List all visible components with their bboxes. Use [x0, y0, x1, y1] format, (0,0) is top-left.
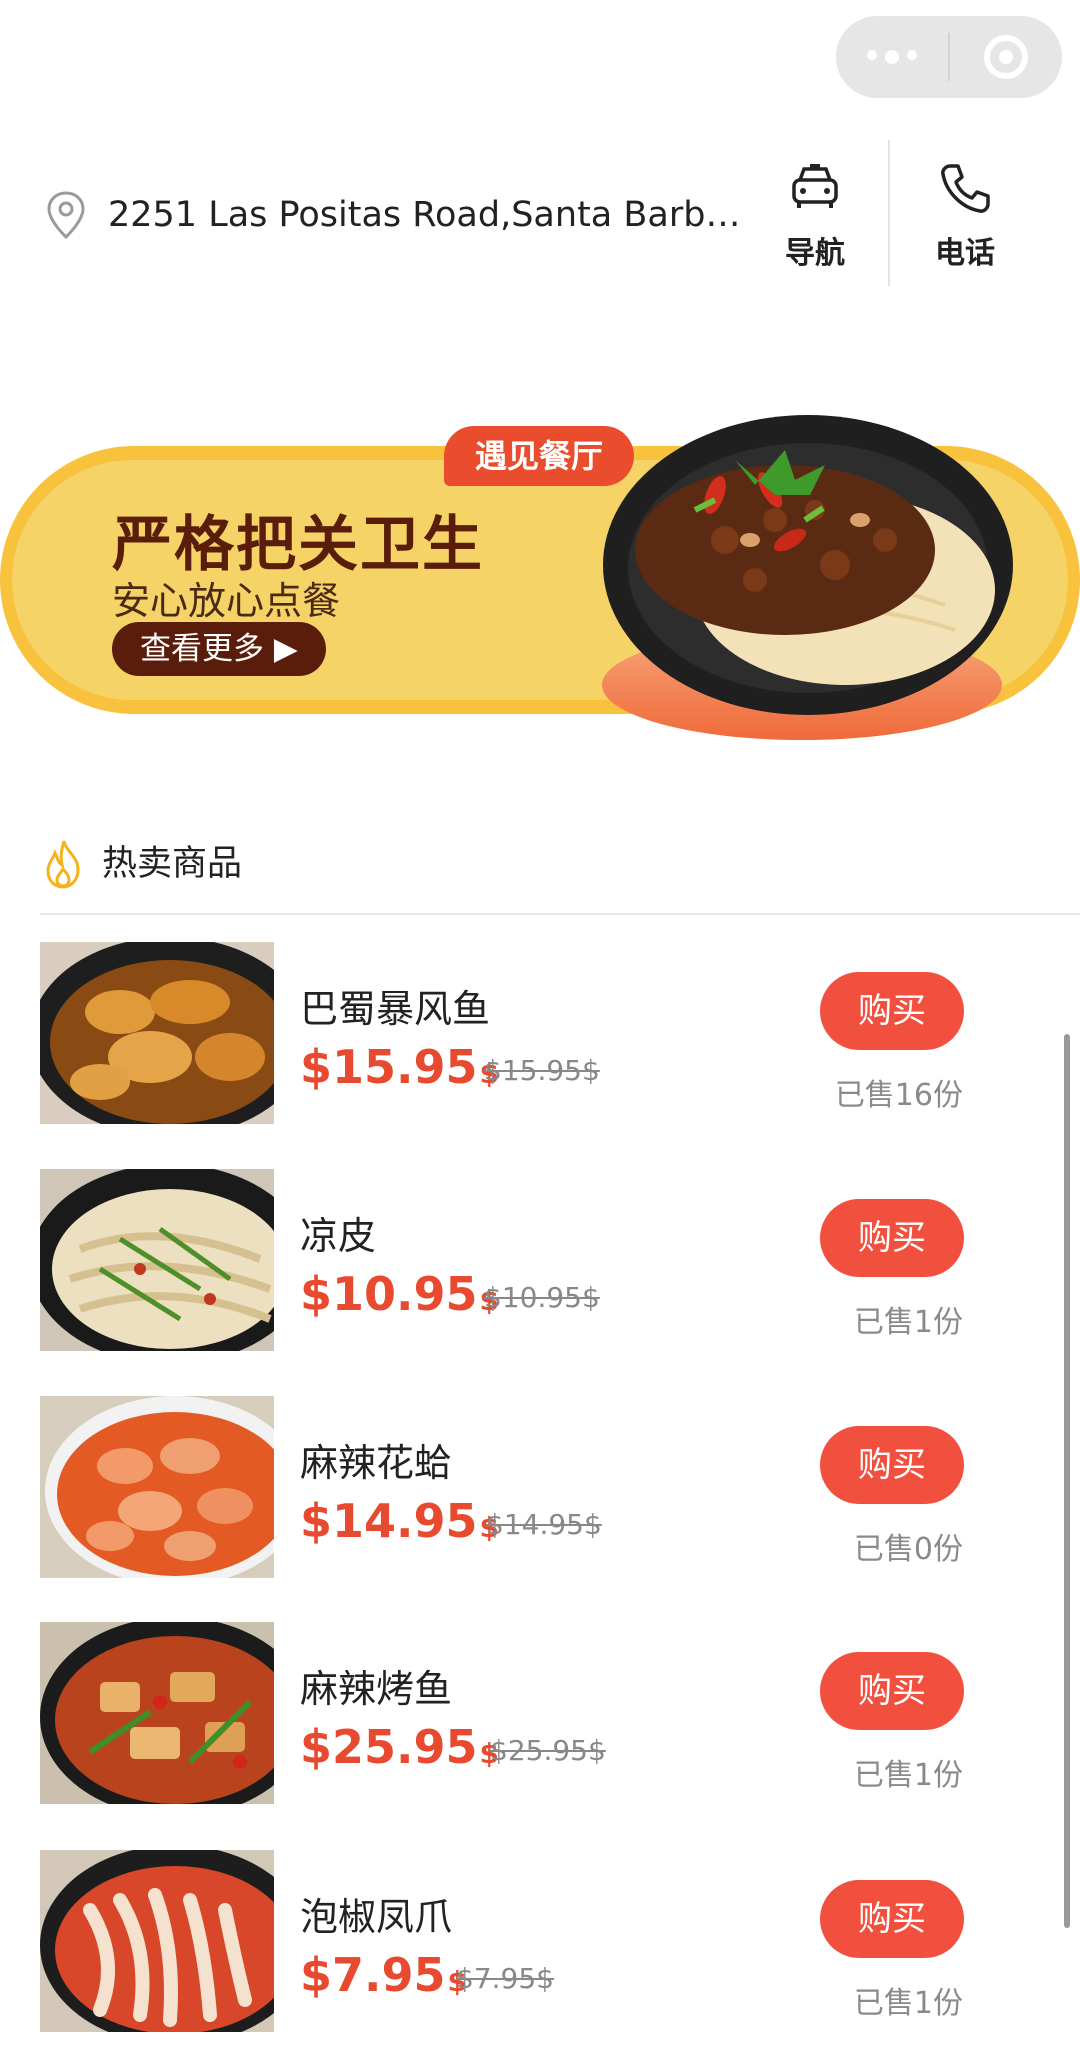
sold-count: 已售16份	[834, 1078, 963, 1113]
flame-icon	[46, 840, 80, 889]
product-image	[40, 1396, 274, 1578]
product-image	[40, 1850, 274, 2032]
sold-count: 已售0份	[853, 1532, 963, 1567]
product-price: $14.95$	[300, 1494, 499, 1548]
product-image	[40, 1169, 274, 1351]
section-divider	[40, 913, 1080, 915]
sold-count: 已售1份	[853, 1758, 963, 1793]
product-name[interactable]: 麻辣花蛤	[300, 1432, 452, 1487]
buy-button[interactable]: 购买	[820, 1199, 964, 1277]
buy-button[interactable]: 购买	[820, 972, 964, 1050]
view-more-button[interactable]: 查看更多 ▶	[112, 622, 326, 676]
list-item[interactable]: 麻辣花蛤 $14.95$ $14.95$ 购买 已售0份	[0, 1396, 1080, 1586]
target-close-icon[interactable]	[950, 35, 1062, 79]
product-name[interactable]: 凉皮	[300, 1205, 376, 1260]
buy-button[interactable]: 购买	[820, 1426, 964, 1504]
product-image	[40, 942, 274, 1124]
store-address[interactable]: 2251 Las Positas Road,Santa Barba...	[108, 190, 748, 240]
product-price: $10.95$	[300, 1267, 499, 1321]
location-pin-icon	[47, 191, 85, 240]
sold-count: 已售1份	[853, 1986, 963, 2021]
phone-icon	[941, 164, 990, 213]
sold-count: 已售1份	[853, 1305, 963, 1340]
list-item[interactable]: 巴蜀暴风鱼 $15.95$ $15.95$ 购买 已售16份	[0, 942, 1080, 1132]
list-item[interactable]: 泡椒凤爪 $7.95$ $7.95$ 购买 已售1份	[0, 1850, 1080, 2040]
product-image	[40, 1622, 274, 1804]
product-name[interactable]: 麻辣烤鱼	[300, 1658, 452, 1713]
navigate-label: 导航	[785, 236, 845, 271]
original-price: $15.95$	[484, 1054, 600, 1087]
more-dots-icon[interactable]	[836, 50, 948, 64]
navigate-button[interactable]: 导航	[750, 160, 880, 290]
product-name[interactable]: 巴蜀暴风鱼	[300, 978, 490, 1033]
section-title: 热卖商品	[102, 844, 243, 884]
action-divider	[888, 140, 890, 286]
buy-button[interactable]: 购买	[820, 1880, 964, 1958]
call-label: 电话	[935, 236, 995, 271]
product-price: $15.95$	[300, 1040, 499, 1094]
noodle-bowl-image	[603, 415, 1013, 715]
product-price: $7.95$	[300, 1948, 467, 2002]
banner-tag: 遇见餐厅	[444, 426, 634, 486]
mini-program-capsule	[836, 16, 1062, 98]
original-price: $10.95$	[484, 1281, 600, 1314]
list-item[interactable]: 凉皮 $10.95$ $10.95$ 购买 已售1份	[0, 1169, 1080, 1359]
product-price: $25.95$	[300, 1720, 499, 1774]
promo-banner[interactable]: 遇见餐厅 严格把关卫生 安心放心点餐 查看更多 ▶	[0, 380, 1080, 750]
banner-subline: 安心放心点餐	[112, 579, 341, 623]
buy-button[interactable]: 购买	[820, 1652, 964, 1730]
original-price: $14.95$	[486, 1508, 602, 1541]
original-price: $7.95$	[456, 1962, 554, 1995]
car-icon	[792, 164, 838, 208]
call-button[interactable]: 电话	[900, 160, 1030, 290]
scrollbar[interactable]	[1064, 1034, 1070, 1928]
original-price: $25.95$	[490, 1734, 606, 1767]
product-name[interactable]: 泡椒凤爪	[300, 1886, 452, 1941]
list-item[interactable]: 麻辣烤鱼 $25.95$ $25.95$ 购买 已售1份	[0, 1622, 1080, 1812]
